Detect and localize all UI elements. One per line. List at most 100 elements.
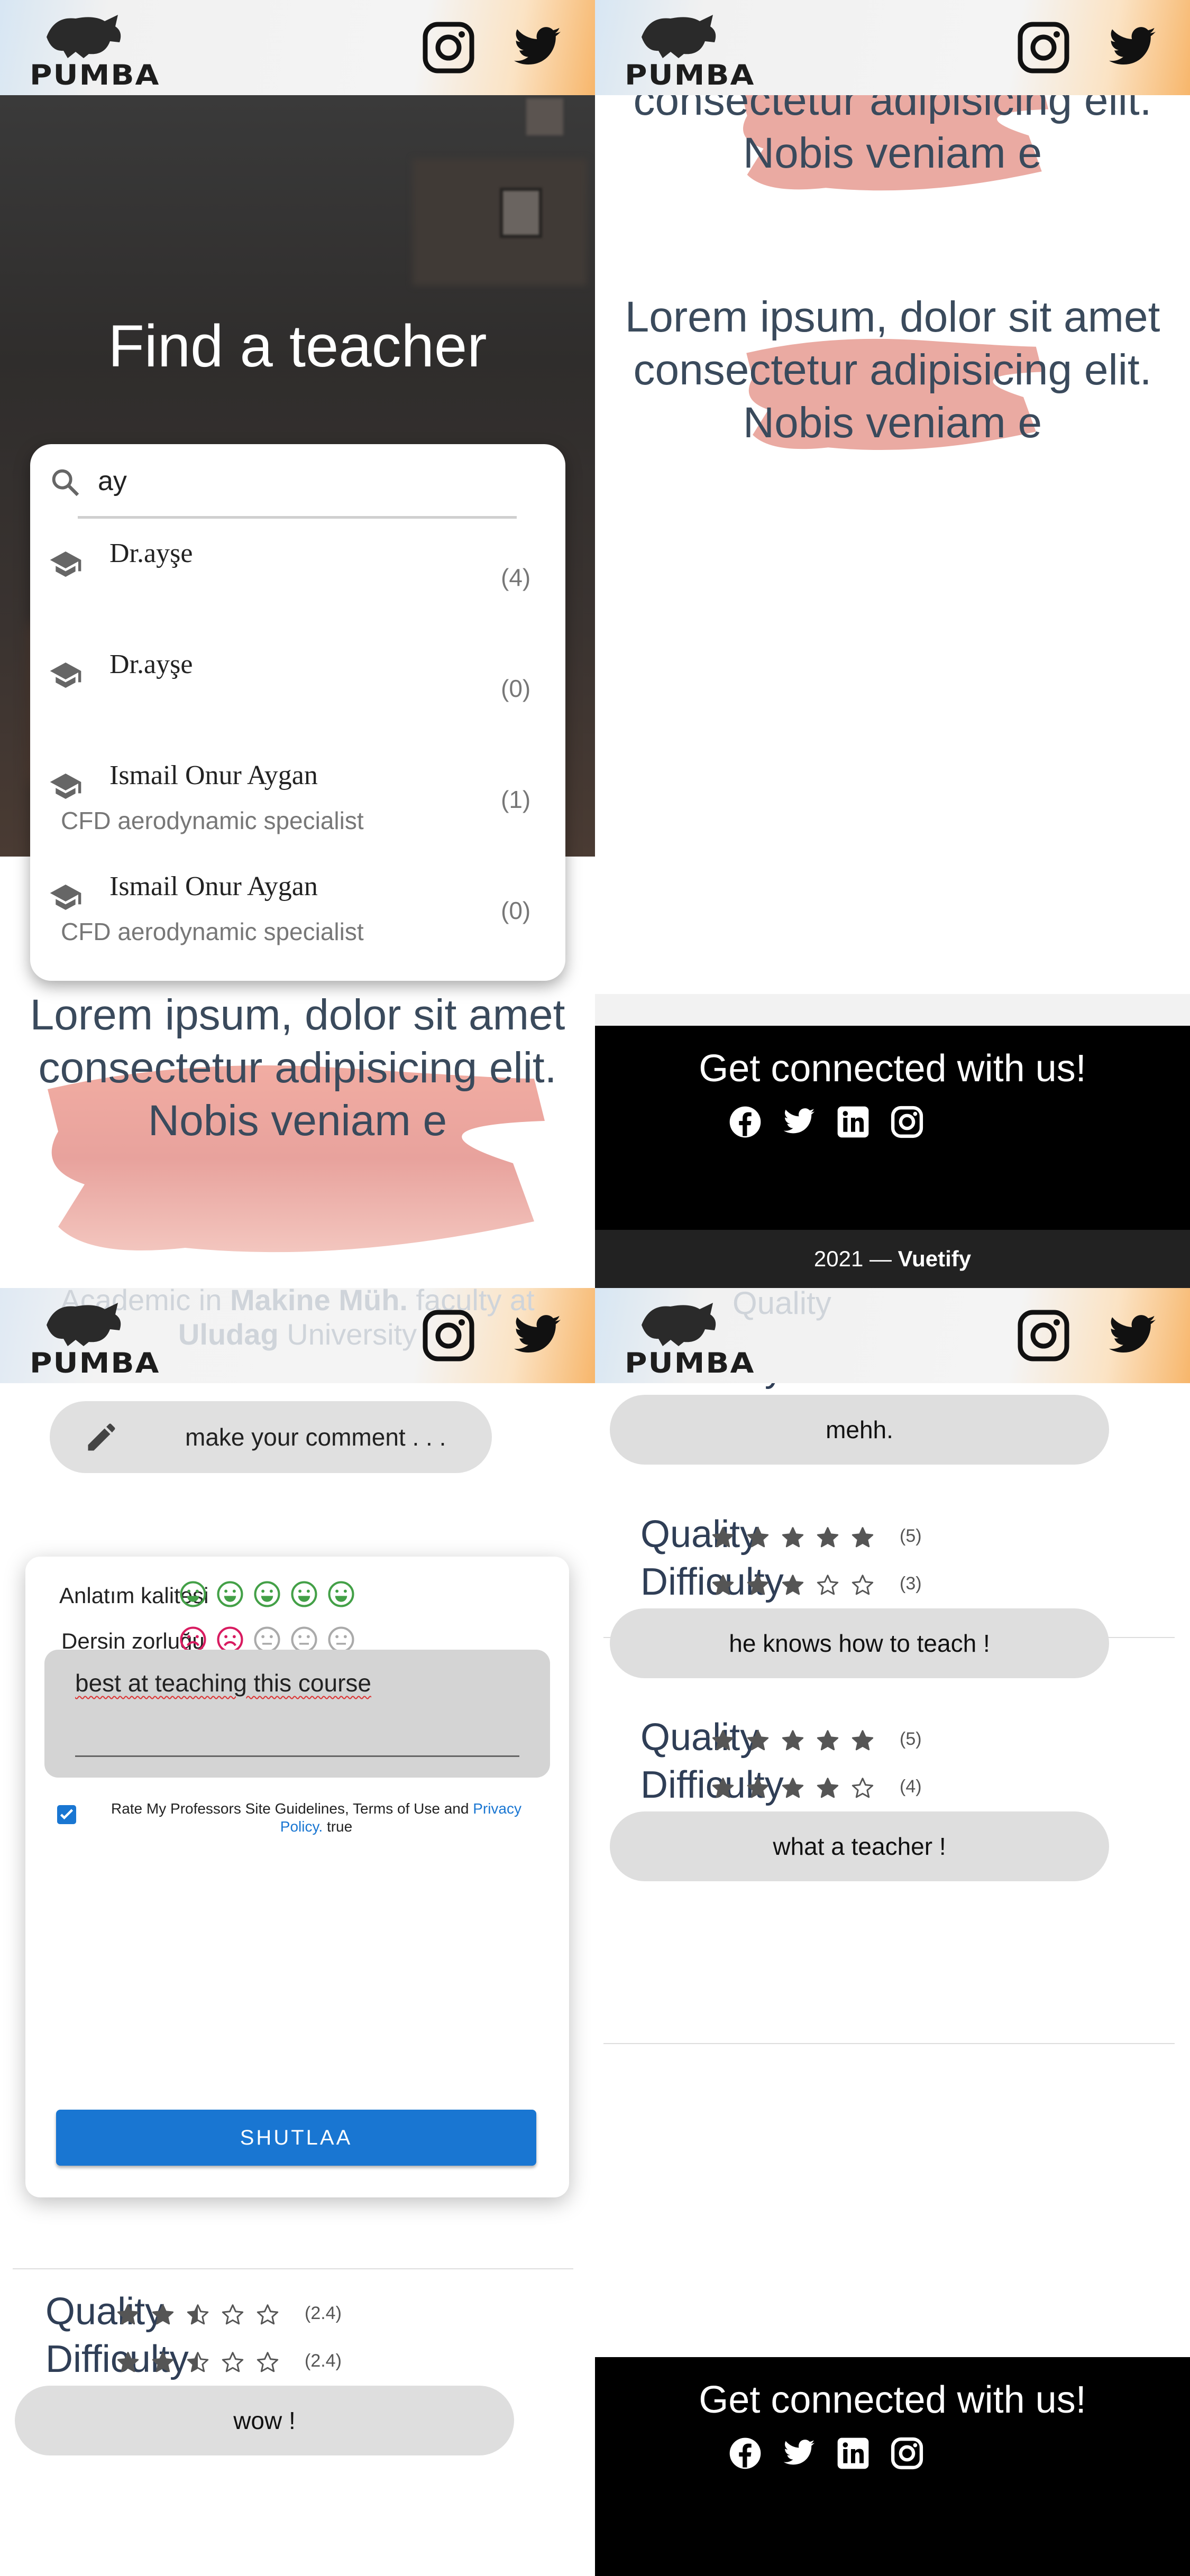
review-count: (0) [501,897,531,924]
star-empty-icon [257,2352,279,2372]
star-filled-icon [782,1575,804,1595]
facebook-icon[interactable] [728,1105,762,1139]
pencil-icon [88,1423,115,1451]
review-comment: he knows how to teach ! [610,1608,1109,1678]
quality-score: (5) [900,1729,922,1749]
star-filled-icon [712,1527,734,1548]
search-autocomplete: Dr.ayşe (4) Dr.ayşe (0) Ismail Onur Ayga… [30,444,565,981]
star-filled-icon [817,1730,839,1751]
screenshot-collage: PUMBA Find a teacher Dr.ayşe (4) Dr.ayşe… [0,0,1190,2576]
logo-text: PUMBA [30,1347,160,1379]
lorem-text: Lorem ipsum, dolor sit ametconsectetur a… [625,293,1160,447]
star-filled-icon [782,1527,804,1548]
teacher-name: Dr.ayşe [109,538,193,568]
star-filled-icon [747,1575,769,1595]
instagram-icon[interactable] [890,2436,924,2470]
star-filled-icon [817,1527,839,1548]
star-empty-icon [222,2352,244,2372]
panel-search: PUMBA Find a teacher Dr.ayşe (4) Dr.ayşe… [0,0,595,1288]
review-comment: mehh. [610,1394,1109,1464]
star-filled-icon [852,1730,874,1751]
instagram-icon[interactable] [1017,21,1070,74]
instagram-icon[interactable] [890,1105,924,1139]
star-rating [711,1574,886,1597]
star-filled-icon [782,1778,804,1798]
footer-title: Get connected with us! [699,2379,1086,2421]
review-count: (1) [501,786,531,813]
star-half-icon [187,2304,209,2325]
logo-text: PUMBA [30,59,160,91]
difficulty-score: (4) [900,1777,922,1797]
review-comment: wow ! [15,2386,514,2455]
twitter-icon[interactable] [1104,1310,1161,1361]
search-result-item[interactable]: Ismail Onur Aygan CFD aerodynamic specia… [30,864,565,976]
twitter-icon[interactable] [782,1105,816,1139]
happy-face-icon[interactable] [327,1580,355,1608]
search-underline [78,516,517,519]
comment-textarea[interactable]: best at teaching this course [44,1650,550,1778]
search-result-item[interactable]: Ismail Onur Aygan CFD aerodynamic specia… [30,753,565,864]
star-filled-icon [712,1778,734,1798]
search-result-item[interactable]: Dr.ayşe (4) [30,531,565,642]
star-filled-icon [817,1778,839,1798]
difficulty-score: (2.4) [305,2351,342,2371]
quality-face-rating[interactable] [180,1580,517,1612]
star-filled-icon [712,1730,734,1751]
happy-face-icon[interactable] [216,1580,244,1608]
twitter-icon[interactable] [782,2436,816,2470]
terms-text: Rate My Professors Site Guidelines, Term… [111,1800,521,1835]
twitter-icon[interactable] [1104,22,1161,73]
star-filled-icon [152,2304,174,2325]
review-comment: what a teacher ! [610,1811,1109,1881]
happy-face-icon[interactable] [253,1580,281,1608]
footer: Get connected with us! [595,2357,1190,2576]
linkedin-icon[interactable] [836,1105,870,1139]
footer: Get connected with us! 2021 — Vuetify [595,1026,1190,1288]
star-filled-icon [782,1730,804,1751]
star-filled-icon [117,2352,139,2372]
teacher-subtitle: CFD aerodynamic specialist [61,918,364,945]
twitter-icon[interactable] [509,1310,566,1361]
footer-title: Get connected with us! [699,1047,1086,1090]
twitter-icon[interactable] [509,22,566,73]
reviews-list: Quality (2.4) Difficulty (2.4) wow ! [0,2268,594,2576]
star-empty-icon [257,2304,279,2325]
hero-title: Find a teacher [108,313,487,379]
graduation-cap-icon [50,551,81,577]
star-rating [711,1729,886,1752]
search-input[interactable] [98,460,468,502]
graduation-cap-icon [50,663,81,688]
star-empty-icon [852,1778,874,1798]
facebook-icon[interactable] [728,2436,762,2470]
star-rating [711,1526,886,1549]
star-filled-icon [117,2304,139,2325]
quality-score: (5) [900,1526,922,1546]
submit-button[interactable]: SHUTLAA [56,2110,536,2166]
star-half-icon [187,2352,209,2372]
make-comment-button[interactable]: make your comment . . . [50,1401,492,1473]
instagram-icon[interactable] [1017,1309,1070,1362]
star-filled-icon [852,1527,874,1548]
make-comment-label: make your comment . . . [185,1423,446,1451]
star-empty-icon [852,1575,874,1595]
star-rating [711,1777,886,1800]
review-count: (0) [501,675,531,702]
linkedin-icon[interactable] [836,2436,870,2470]
happy-face-icon[interactable] [290,1580,318,1608]
lorem-text: Lorem ipsum, dolor sit ametconsectetur a… [30,991,565,1145]
search-result-item[interactable]: Dr.ayşe (0) [30,642,565,753]
instagram-icon[interactable] [422,21,475,74]
reviews-list: Quality(2.4)Difficulty(2.4)mehh.Quality(… [595,1288,1189,2134]
footer-copyright: 2021 — Vuetify [595,1230,1190,1288]
star-empty-icon [817,1575,839,1595]
teacher-name: Ismail Onur Aygan [109,871,318,901]
logo-text: PUMBA [625,1347,755,1379]
happy-face-icon[interactable] [179,1580,207,1608]
terms-checkbox[interactable] [57,1805,76,1824]
quality-score: (2.4) [305,2303,342,2323]
difficulty-score: (3) [900,1574,922,1594]
app-header: PUMBA [595,1288,1190,1383]
star-filled-icon [747,1730,769,1751]
instagram-icon[interactable] [422,1309,475,1362]
graduation-cap-icon [50,774,81,799]
